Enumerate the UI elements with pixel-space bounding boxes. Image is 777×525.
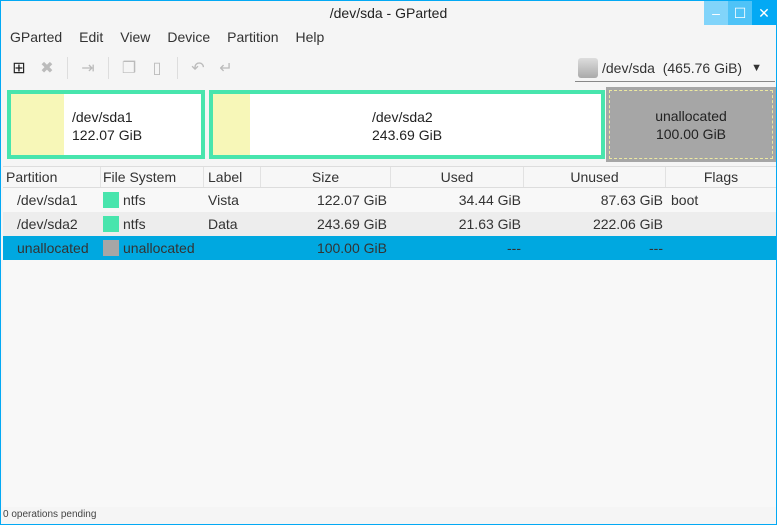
resize-move-icon[interactable]: ⇥ [74, 58, 102, 78]
menu-bar: GParted Edit View Device Partition Help [1, 26, 332, 48]
device-selector[interactable]: /dev/sda (465.76 GiB) ▼ [575, 54, 775, 82]
minimize-button[interactable]: – [704, 1, 728, 25]
maximize-button[interactable]: ☐ [728, 1, 752, 25]
menu-edit[interactable]: Edit [70, 26, 111, 48]
separator [108, 57, 109, 79]
map-size: 243.69 GiB [372, 127, 443, 143]
map-size: 100.00 GiB [655, 126, 727, 142]
delete-icon[interactable]: ✖ [33, 58, 61, 78]
fs-color-swatch [103, 216, 119, 232]
status-bar: 0 operations pending [3, 509, 97, 520]
map-partition-sda1[interactable]: /dev/sda1 122.07 GiB [7, 90, 205, 159]
cell-label [204, 236, 261, 260]
menu-device[interactable]: Device [158, 26, 218, 48]
fs-color-swatch [103, 192, 119, 208]
table-row[interactable]: /dev/sda1 ntfs Vista 122.07 GiB 34.44 Gi… [3, 188, 776, 212]
table-row[interactable]: /dev/sda2 ntfs Data 243.69 GiB 21.63 GiB… [3, 212, 776, 236]
new-partition-icon[interactable]: ⊞ [5, 58, 33, 78]
table-row-selected[interactable]: unallocated unallocated 100.00 GiB --- -… [3, 236, 776, 260]
cell-size: 243.69 GiB [316, 216, 387, 232]
table-header: Partition File System Label Size Used Un… [3, 167, 776, 188]
gparted-window: /dev/sda - GParted – ☐ ✕ GParted Edit Vi… [0, 0, 777, 525]
cell-label: Data [208, 216, 238, 232]
map-label: /dev/sda1 [72, 109, 133, 125]
cell-flags: boot [671, 192, 699, 208]
cell-fs: unallocated [123, 240, 195, 256]
used-space-bar [11, 94, 65, 155]
cell-unused: 222.06 GiB [592, 216, 663, 232]
map-partition-sda2[interactable]: /dev/sda2 243.69 GiB [209, 90, 605, 159]
cell-unused: 87.63 GiB [600, 192, 663, 208]
cell-size: 122.07 GiB [316, 192, 387, 208]
cell-partition: unallocated [17, 240, 89, 256]
close-button[interactable]: ✕ [752, 1, 776, 25]
col-label[interactable]: Label [204, 167, 261, 187]
menu-view[interactable]: View [111, 26, 158, 48]
map-size: 122.07 GiB [72, 127, 143, 143]
menu-gparted[interactable]: GParted [1, 26, 70, 48]
cell-used: 21.63 GiB [458, 216, 521, 232]
separator [177, 57, 178, 79]
window-title: /dev/sda - GParted [329, 5, 448, 21]
map-unallocated[interactable]: unallocated 100.00 GiB [606, 87, 776, 162]
harddisk-icon [578, 57, 598, 78]
cell-flags [666, 236, 776, 260]
cell-used: 34.44 GiB [458, 192, 521, 208]
cell-fs: ntfs [123, 216, 146, 232]
fs-color-swatch [103, 240, 119, 256]
cell-fs: ntfs [123, 192, 146, 208]
apply-icon[interactable]: ↵ [212, 58, 240, 78]
paste-icon[interactable]: ▯ [143, 58, 171, 78]
cell-size: 100.00 GiB [316, 240, 387, 256]
cell-unused: --- [649, 240, 663, 256]
dropdown-arrow-icon: ▼ [751, 61, 762, 74]
toolbar: ⊞ ✖ ⇥ ❐ ▯ ↶ ↵ [5, 55, 240, 81]
used-space-bar [213, 94, 250, 155]
map-label: unallocated [655, 108, 727, 124]
col-partition[interactable]: Partition [3, 167, 101, 187]
undo-icon[interactable]: ↶ [184, 58, 212, 78]
device-size: (465.76 GiB) [662, 59, 743, 76]
cell-partition: /dev/sda1 [17, 192, 78, 208]
copy-icon[interactable]: ❐ [115, 58, 143, 78]
col-used[interactable]: Used [391, 167, 524, 187]
device-name: /dev/sda [602, 59, 655, 76]
col-size[interactable]: Size [261, 167, 391, 187]
cell-partition: /dev/sda2 [17, 216, 78, 232]
cell-flags [666, 212, 776, 236]
map-label: /dev/sda2 [372, 109, 433, 125]
partition-table: Partition File System Label Size Used Un… [3, 166, 776, 507]
col-flags[interactable]: Flags [666, 167, 776, 187]
cell-used: --- [507, 240, 521, 256]
col-filesystem[interactable]: File System [101, 167, 204, 187]
col-unused[interactable]: Unused [524, 167, 666, 187]
menu-partition[interactable]: Partition [218, 26, 286, 48]
separator [67, 57, 68, 79]
cell-label: Vista [208, 192, 239, 208]
menu-help[interactable]: Help [287, 26, 333, 48]
